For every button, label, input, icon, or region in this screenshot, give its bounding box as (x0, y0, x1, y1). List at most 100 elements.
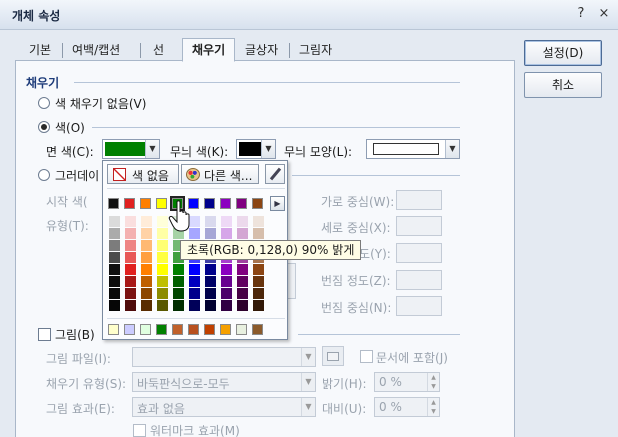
recent-color-swatch[interactable] (204, 324, 215, 335)
shade-swatch[interactable] (253, 288, 264, 299)
tab-fill[interactable]: 채우기 (182, 38, 236, 62)
tab-shadow[interactable]: 그림자 (290, 40, 341, 61)
shade-swatch[interactable] (205, 288, 216, 299)
spin-arrows-icon[interactable]: ▲ ▼ (427, 398, 439, 416)
shade-swatch[interactable] (221, 288, 232, 299)
recent-color-swatch[interactable] (140, 324, 151, 335)
shade-swatch[interactable] (109, 300, 120, 311)
recent-color-swatch[interactable] (124, 324, 135, 335)
shade-swatch[interactable] (237, 228, 248, 239)
shade-swatch[interactable] (157, 252, 168, 263)
color-swatch[interactable] (156, 198, 167, 209)
shade-swatch[interactable] (157, 240, 168, 251)
shade-swatch[interactable] (205, 300, 216, 311)
shade-swatch[interactable] (157, 228, 168, 239)
v-center-input[interactable] (396, 216, 442, 236)
color-swatch[interactable] (108, 198, 119, 209)
recent-color-swatch[interactable] (236, 324, 247, 335)
shade-swatch[interactable] (205, 276, 216, 287)
shade-swatch[interactable] (141, 276, 152, 287)
recent-color-swatch[interactable] (188, 324, 199, 335)
recent-color-swatch[interactable] (252, 324, 263, 335)
shade-swatch[interactable] (109, 240, 120, 251)
shade-swatch[interactable] (221, 264, 232, 275)
angle-input[interactable] (396, 243, 442, 263)
contrast-spinner[interactable]: 0 % ▲ ▼ (374, 397, 440, 417)
shade-swatch[interactable] (253, 264, 264, 275)
shade-swatch[interactable] (141, 240, 152, 251)
fill-type-combo[interactable]: 바둑판식으로-모두 ▼ (132, 372, 316, 392)
color-radio[interactable] (38, 121, 50, 133)
close-button[interactable]: × (595, 5, 613, 23)
color-swatch[interactable] (140, 198, 151, 209)
shade-swatch[interactable] (141, 264, 152, 275)
shade-swatch[interactable] (109, 276, 120, 287)
shade-swatch[interactable] (205, 264, 216, 275)
shade-swatch[interactable] (253, 300, 264, 311)
other-colors-button[interactable]: 다른 색... (181, 164, 259, 184)
shade-swatch[interactable] (253, 216, 264, 227)
shade-swatch[interactable] (109, 288, 120, 299)
picture-effect-combo[interactable]: 효과 없음 ▼ (132, 397, 316, 417)
shade-swatch[interactable] (141, 228, 152, 239)
shade-swatch[interactable] (189, 264, 200, 275)
shade-swatch[interactable] (109, 228, 120, 239)
eyedropper-button[interactable] (265, 164, 285, 184)
shade-swatch[interactable] (125, 276, 136, 287)
no-color-button[interactable]: 색 없음 (107, 164, 179, 184)
shade-swatch[interactable] (173, 276, 184, 287)
color-swatch[interactable] (124, 198, 135, 209)
shade-swatch[interactable] (125, 264, 136, 275)
shade-swatch[interactable] (157, 216, 168, 227)
shade-swatch[interactable] (125, 216, 136, 227)
recent-color-swatch[interactable] (108, 324, 119, 335)
color-swatch[interactable] (236, 198, 247, 209)
shade-swatch[interactable] (141, 300, 152, 311)
tab-textbox[interactable]: 글상자 (236, 40, 287, 61)
open-file-button[interactable] (322, 346, 344, 366)
shade-swatch[interactable] (125, 288, 136, 299)
color-swatch[interactable] (204, 198, 215, 209)
shade-swatch[interactable] (237, 264, 248, 275)
shade-swatch[interactable] (141, 288, 152, 299)
shade-swatch[interactable] (157, 300, 168, 311)
shade-swatch[interactable] (189, 276, 200, 287)
watermark-checkbox[interactable] (133, 424, 146, 437)
tab-line[interactable]: 선 (144, 40, 173, 61)
shade-swatch[interactable] (125, 228, 136, 239)
shade-swatch[interactable] (221, 228, 232, 239)
more-palettes-button[interactable]: ▶ (270, 196, 285, 211)
include-in-document-checkbox[interactable] (360, 350, 373, 363)
shade-swatch[interactable] (125, 240, 136, 251)
shade-swatch[interactable] (221, 276, 232, 287)
recent-color-swatch[interactable] (220, 324, 231, 335)
shade-swatch[interactable] (173, 288, 184, 299)
cancel-button[interactable]: 취소 (524, 72, 602, 98)
shade-swatch[interactable] (237, 216, 248, 227)
shade-swatch[interactable] (205, 228, 216, 239)
recent-color-swatch[interactable] (172, 324, 183, 335)
ok-button[interactable]: 설정(D) (524, 40, 602, 66)
shade-swatch[interactable] (237, 300, 248, 311)
h-center-input[interactable] (396, 190, 442, 210)
shade-swatch[interactable] (141, 216, 152, 227)
color-swatch[interactable] (252, 198, 263, 209)
pattern-shape-picker[interactable]: ▼ (366, 139, 460, 159)
shade-swatch[interactable] (221, 216, 232, 227)
shade-swatch[interactable] (125, 300, 136, 311)
shade-swatch[interactable] (189, 300, 200, 311)
shade-swatch[interactable] (253, 228, 264, 239)
help-button[interactable]: ? (572, 5, 590, 23)
tab-basic[interactable]: 기본 (20, 40, 60, 61)
spin-arrows-icon[interactable]: ▲ ▼ (427, 373, 439, 391)
recent-color-swatch[interactable] (156, 324, 167, 335)
brightness-spinner[interactable]: 0 % ▲ ▼ (374, 372, 440, 392)
shade-swatch[interactable] (141, 252, 152, 263)
shade-swatch[interactable] (205, 216, 216, 227)
shade-swatch[interactable] (125, 252, 136, 263)
shade-swatch[interactable] (237, 288, 248, 299)
shade-swatch[interactable] (253, 276, 264, 287)
shade-swatch[interactable] (157, 288, 168, 299)
picture-checkbox[interactable] (38, 328, 51, 341)
face-color-picker[interactable]: ▼ (102, 139, 160, 159)
